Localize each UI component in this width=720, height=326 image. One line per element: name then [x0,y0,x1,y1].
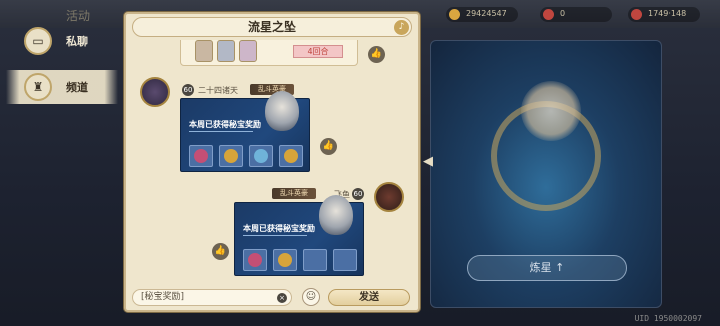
gold-coin-icon [449,9,460,20]
reward-item-icon [284,149,298,163]
bell-icon[interactable]: ♪ [394,20,409,35]
chat-panel: 流星之坠 ♪ 4回合 👍 60 二十四诸天 乱斗英豪 本周已获得秘宝奖励 👍 乱… [124,12,420,312]
sender-name: 二十四诸天 [198,86,238,95]
reward-item-icon [194,149,208,163]
chat-bubble-icon: ▭ [24,27,52,55]
panel-title: 流星之坠 ♪ [132,17,412,37]
card-title: 本周已获得秘宝奖励 [189,120,261,129]
gem-icon [543,9,554,20]
hero-portrait [239,40,257,62]
divider [243,235,307,236]
chat-sidebar: ▭ 私聊 ♜ 频道 [0,0,120,326]
hero-portrait [217,40,235,62]
sidebar-item-channel[interactable]: ♜ 频道 [6,70,118,104]
reward-item-icon [254,149,268,163]
emoji-icon[interactable]: ☺ [302,288,320,306]
clear-input-icon[interactable]: × [277,293,287,303]
chat-input[interactable]: [秘宝奖励] × [132,289,292,306]
previous-battle-card[interactable]: 4回合 [180,40,358,66]
reward-item-icon [248,253,262,267]
resource-gold[interactable]: 29424547 [446,7,518,22]
reward-slot[interactable] [249,145,273,167]
sidebar-item-label: 频道 [66,81,88,94]
thumbs-up-icon[interactable]: 👍 [368,46,385,63]
reward-slot[interactable] [189,145,213,167]
reward-slot[interactable] [279,145,303,167]
treasure-reward-card[interactable]: 本周已获得秘宝奖励 [180,91,310,172]
character-art-panel: 炼星 ↑ [430,40,662,308]
reward-slot-empty[interactable] [333,249,357,271]
uid-label: UID 1950002097 [634,314,702,323]
thumbs-up-icon[interactable]: 👍 [212,243,229,260]
title-badge: 乱斗英豪 [272,188,316,199]
chat-message-list[interactable]: 4回合 👍 60 二十四诸天 乱斗英豪 本周已获得秘宝奖励 👍 乱斗英豪 飞鱼 … [126,40,418,282]
art-action-button[interactable]: 炼星 ↑ [467,255,627,281]
reward-item-icon [224,149,238,163]
level-badge: 60 [182,84,194,96]
thumbs-up-icon[interactable]: 👍 [320,138,337,155]
hero-portrait [195,40,213,62]
sidebar-item-label: 私聊 [66,35,88,48]
resource-stamina[interactable]: 1749·148 [628,7,700,22]
avatar[interactable] [140,77,170,107]
divider [189,131,253,132]
reward-slot[interactable] [243,249,267,271]
resource-gem[interactable]: 0 [540,7,612,22]
avatar[interactable] [374,182,404,212]
flower-artwork [521,81,581,141]
treasure-reward-card[interactable]: 本周已获得秘宝奖励 [234,195,364,276]
round-count-badge: 4回合 [293,45,343,58]
send-button[interactable]: 发送 [328,289,410,306]
reward-slot-empty[interactable] [303,249,327,271]
level-badge: 60 [352,188,364,200]
reward-slot[interactable] [219,145,243,167]
crystal-icon [631,9,642,20]
character-figure [319,195,353,235]
card-title: 本周已获得秘宝奖励 [243,224,315,233]
reward-item-icon [278,253,292,267]
character-figure [265,91,299,131]
sidebar-item-private-chat[interactable]: ▭ 私聊 [6,24,118,58]
channel-icon: ♜ [24,73,52,101]
reward-slot[interactable] [273,249,297,271]
chevron-left-icon[interactable]: ◀ [423,154,435,170]
